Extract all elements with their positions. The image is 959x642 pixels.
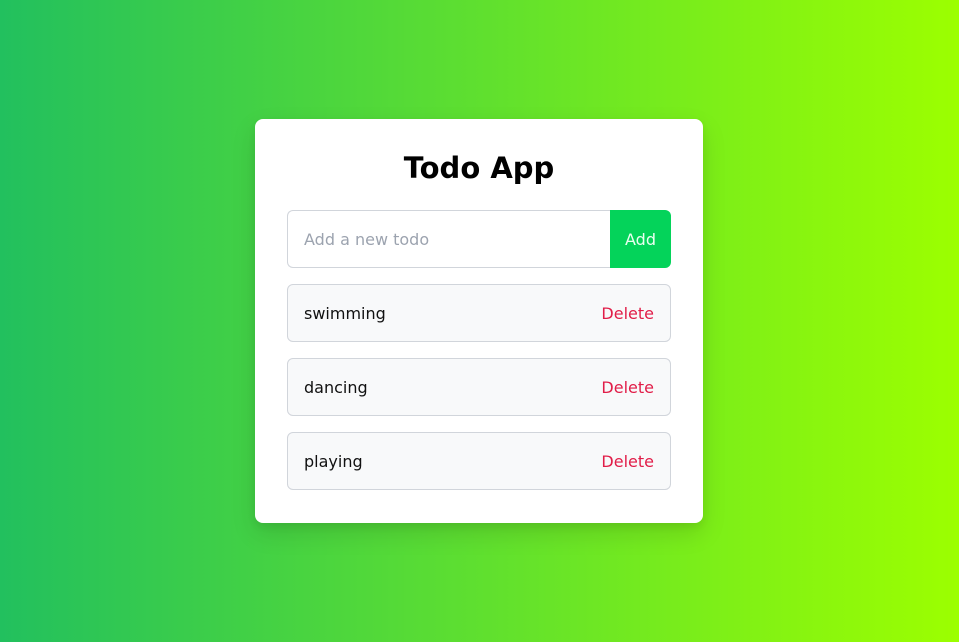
todo-item: dancing Delete <box>287 358 671 416</box>
todo-item: playing Delete <box>287 432 671 490</box>
add-button[interactable]: Add <box>610 210 671 268</box>
add-todo-form: Add <box>287 210 671 268</box>
todo-item: swimming Delete <box>287 284 671 342</box>
delete-button[interactable]: Delete <box>601 378 654 397</box>
todo-list: swimming Delete dancing Delete playing D… <box>287 284 671 490</box>
new-todo-input[interactable] <box>287 210 610 268</box>
todo-text: dancing <box>304 377 368 397</box>
todo-text: playing <box>304 451 363 471</box>
page-title: Todo App <box>403 151 555 185</box>
delete-button[interactable]: Delete <box>601 304 654 323</box>
todo-card: Todo App Add swimming Delete dancing Del… <box>255 119 703 523</box>
delete-button[interactable]: Delete <box>601 452 654 471</box>
todo-text: swimming <box>304 303 386 323</box>
